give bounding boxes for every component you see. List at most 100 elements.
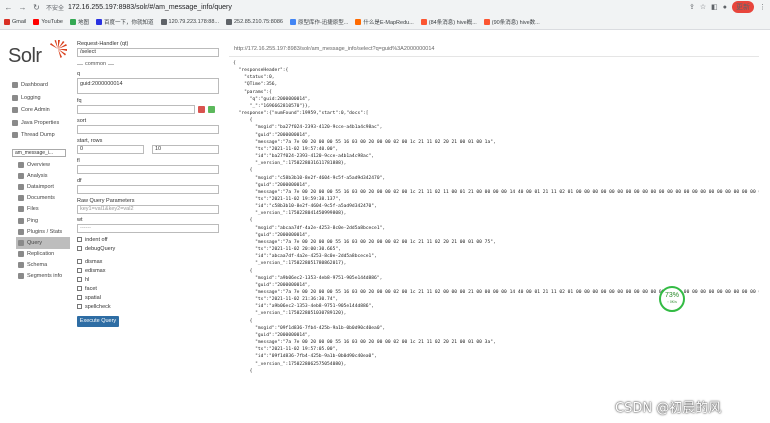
bookmark-icon: [33, 19, 40, 25]
q-label: q: [77, 71, 81, 77]
response-url-link[interactable]: http://172.16.255.197:8983/solr/am_messa…: [229, 45, 759, 57]
execute-query-button[interactable]: Execute Query: [77, 316, 119, 327]
bookmark-label: 原型库作-迅捷原型...: [297, 20, 349, 26]
json-response: { "responseHeader":{ "status":0, "QTime"…: [229, 60, 759, 375]
remove-fq-icon[interactable]: [198, 106, 205, 113]
debug-label: debugQuery: [85, 245, 116, 252]
sort-input[interactable]: [77, 125, 219, 134]
json-line: "msgid":"a9b06ec2-1353-4eb8-9751-905e144…: [233, 275, 383, 281]
json-line: {: [233, 118, 253, 124]
nav-item-documents[interactable]: Documents: [18, 193, 70, 204]
checkbox-edismax[interactable]: edismax: [77, 266, 222, 275]
nav-label: Documents: [27, 195, 55, 202]
rows-input[interactable]: 10: [152, 145, 219, 154]
checkbox-dismax[interactable]: dismax: [77, 257, 222, 266]
nav-item-core-admin[interactable]: Core Admin: [12, 104, 70, 117]
nav-item-dashboard[interactable]: Dashboard: [12, 79, 70, 92]
json-line: "msgid":"09f1d836-7fb4-425b-9a1b-0b0d90c…: [233, 325, 386, 331]
nav-item-logging[interactable]: Logging: [12, 92, 70, 105]
json-line: "message":"7a 7e 00 20 00 00 55 16 03 00…: [233, 340, 496, 346]
core-selector[interactable]: am_message_i...: [12, 149, 66, 157]
address-bar-row: ← → ↻ 不安全 172.16.255.197:8983/solr/#/am_…: [0, 0, 770, 14]
checkbox-facet[interactable]: facet: [77, 284, 222, 293]
bookmark-icon: [160, 19, 167, 25]
fl-input[interactable]: [77, 165, 219, 174]
nav-item-schema[interactable]: Schema: [18, 260, 70, 271]
bookmark-item[interactable]: (90条消息) hive数...: [483, 18, 540, 26]
nav-item-files[interactable]: Files: [18, 204, 70, 215]
nav-item-dataimport[interactable]: Dataimport: [18, 181, 70, 192]
bookmark-icon: [96, 19, 103, 25]
json-line: "id":"abcaa7df-4a2e-4253-8c0e-2dd5a8bcec…: [233, 254, 377, 260]
bookmark-label: (84条消息) hive概...: [428, 20, 477, 26]
start-input[interactable]: 0: [77, 145, 144, 154]
nav-label: Thread Dump: [21, 132, 55, 139]
nav-item-query[interactable]: Query: [16, 237, 70, 249]
bookmark-item[interactable]: (84条消息) hive概...: [420, 18, 477, 26]
sun-logo-icon: [50, 40, 67, 58]
df-input[interactable]: [77, 185, 219, 194]
bookmark-star-icon[interactable]: ☆: [700, 3, 706, 11]
logo-text: Solr: [8, 45, 42, 67]
json-line: "QTime":356,: [233, 82, 278, 88]
nav-item-segments-info[interactable]: Segments info: [18, 271, 70, 282]
json-line: "guid":"2000000014",: [233, 232, 311, 238]
bookmark-item[interactable]: YouTube: [33, 19, 63, 25]
json-line: "params":{: [233, 89, 272, 95]
bookmark-item[interactable]: 什么是E-MapRedu...: [355, 18, 414, 26]
bookmark-icon: [4, 19, 10, 25]
add-fq-icon[interactable]: [208, 106, 215, 113]
q-textarea[interactable]: guid:2000000014: [77, 78, 219, 94]
nav-item-overview[interactable]: Overview: [18, 159, 70, 170]
checkbox-label: edismax: [85, 267, 106, 274]
wt-select[interactable]: ------: [77, 224, 219, 233]
json-line: {: [233, 318, 253, 324]
nav-item-analysis[interactable]: Analysis: [18, 170, 70, 181]
checkbox-spatial[interactable]: spatial: [77, 293, 222, 302]
address-bar[interactable]: 172.16.255.197:8983/solr/#/am_message_in…: [68, 4, 684, 11]
solr-logo[interactable]: Solr: [8, 39, 68, 69]
nav-icon: [12, 94, 18, 101]
bookmark-item[interactable]: 原型库作-迅捷原型...: [289, 18, 349, 26]
nav-item-plugins-stats[interactable]: Plugins / Stats: [18, 226, 70, 237]
nav-item-ping[interactable]: Ping: [18, 215, 70, 226]
indent-checkbox[interactable]: indent off: [77, 235, 222, 244]
bookmark-item[interactable]: 252.85.210.75:8086: [226, 19, 283, 25]
share-icon[interactable]: ⇪: [689, 3, 695, 11]
nav-label: Segments info: [27, 273, 63, 280]
nav-item-java-properties[interactable]: Java Properties: [12, 117, 70, 130]
bookmarks-bar: Gmail YouTube 地图 百度一下，你就知道 120.79.223.178:88…: [0, 15, 770, 29]
badge-percent: 73%: [664, 292, 679, 299]
menu-icon[interactable]: ⋮: [759, 3, 766, 11]
forward-icon[interactable]: →: [17, 2, 28, 13]
extensions-icon[interactable]: ◧: [711, 3, 718, 11]
reload-icon[interactable]: ↻: [31, 2, 42, 13]
update-button[interactable]: 更新: [732, 1, 754, 13]
nav-icon: [18, 195, 24, 202]
nav-label: Java Properties: [21, 119, 60, 126]
json-line: "ts":"2021-11-02 19:57:40.00",: [233, 146, 339, 152]
debug-checkbox[interactable]: debugQuery: [77, 244, 222, 253]
raw-params-label: Raw Query Parameters: [77, 198, 135, 204]
bookmark-label: 什么是E-MapRedu...: [363, 20, 414, 26]
fq-input[interactable]: [77, 105, 195, 114]
nav-item-thread-dump[interactable]: Thread Dump: [12, 129, 70, 142]
bookmark-item[interactable]: 百度一下，你就知道: [96, 18, 154, 26]
bookmark-item[interactable]: Gmail: [4, 19, 26, 25]
profile-icon[interactable]: ●: [723, 4, 727, 11]
bookmark-item[interactable]: 地图: [70, 18, 89, 26]
nav-item-replication[interactable]: Replication: [18, 249, 70, 260]
checkbox-hl[interactable]: hl: [77, 275, 222, 284]
bookmark-item[interactable]: 120.79.223.178:88...: [160, 19, 219, 25]
json-line: "message":"7a 7e 00 20 00 00 55 16 03 00…: [233, 239, 496, 245]
request-handler-input[interactable]: /select: [77, 48, 219, 57]
checkbox-label: dismax: [85, 258, 103, 265]
nav-label: Logging: [21, 94, 41, 101]
json-line: {: [233, 268, 253, 274]
back-icon[interactable]: ←: [3, 2, 14, 13]
checkbox-spellcheck[interactable]: spellcheck: [77, 302, 222, 311]
fq-label: fq: [77, 98, 82, 104]
raw-params-input[interactable]: key1=val1&key2=val2: [77, 205, 219, 214]
nav-label: Replication: [27, 251, 55, 258]
bookmark-icon: [483, 19, 490, 25]
